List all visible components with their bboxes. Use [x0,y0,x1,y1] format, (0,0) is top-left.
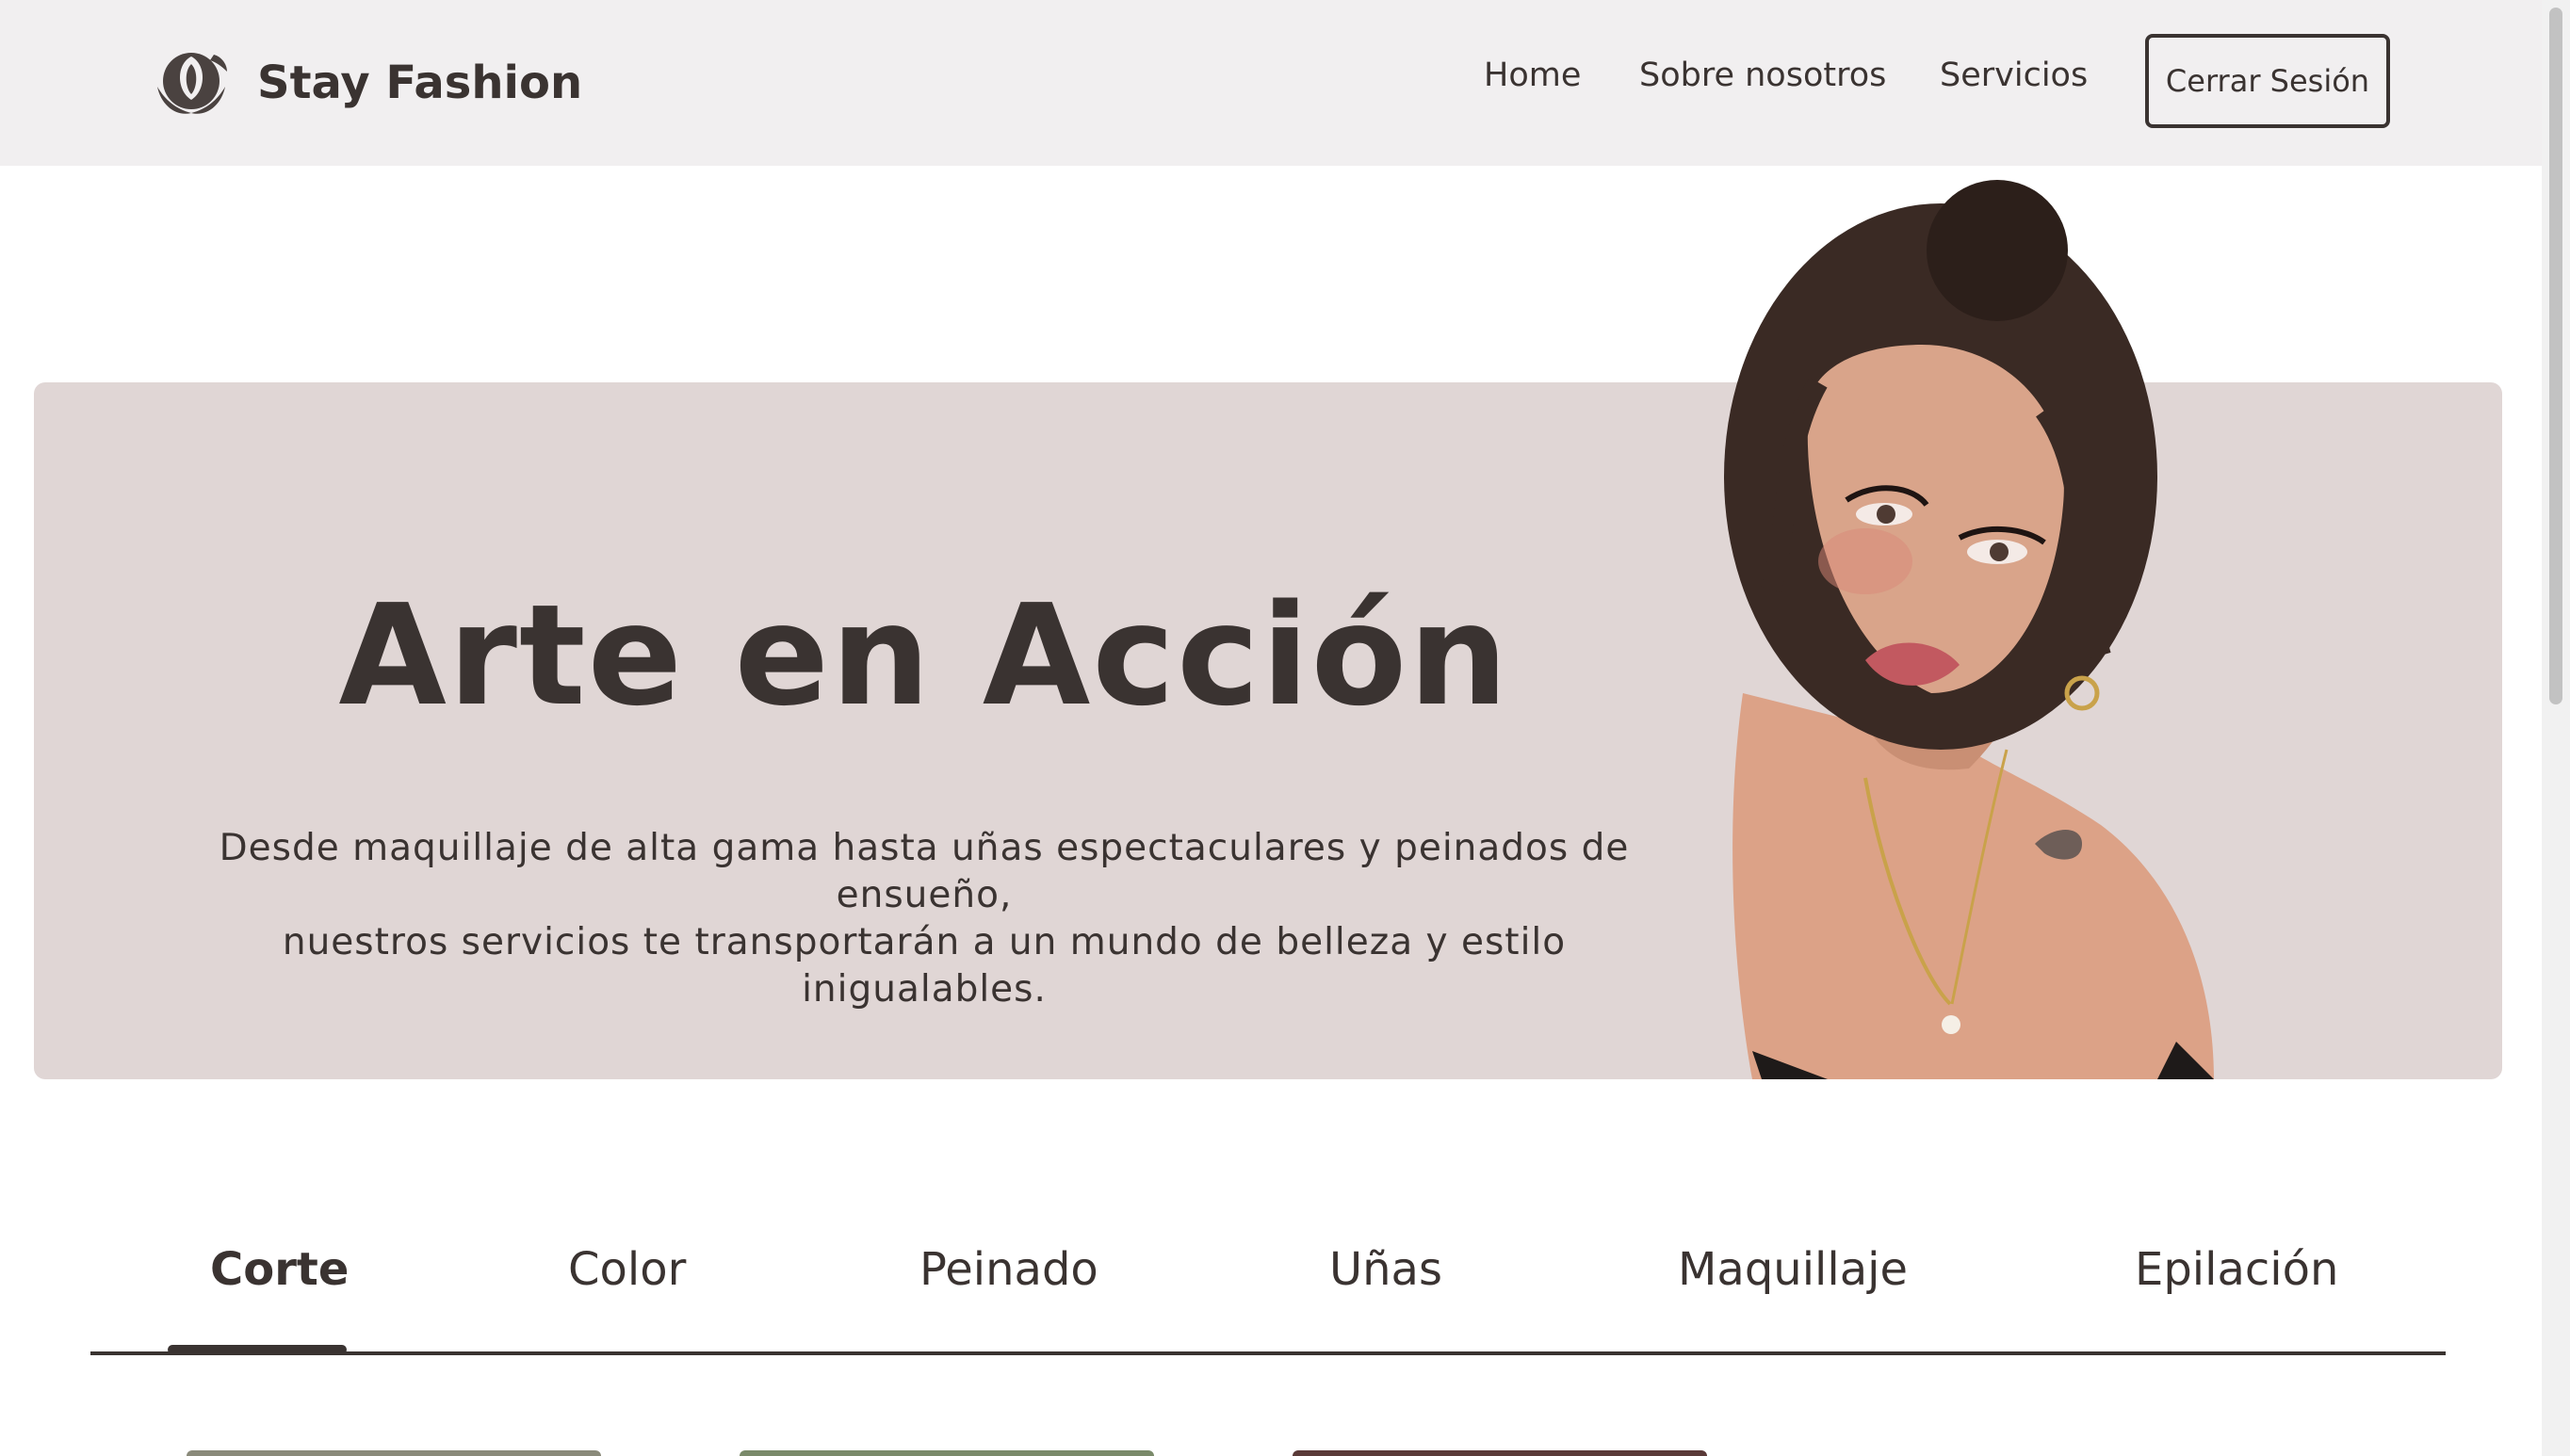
tab-corte[interactable]: Corte [210,1243,349,1296]
brand-name: Stay Fashion [257,57,583,109]
tab-maquillaje[interactable]: Maquillaje [1678,1243,1908,1296]
navbar: Stay Fashion Home Sobre nosotros Servici… [0,0,2542,166]
tab-unas[interactable]: Uñas [1329,1243,1442,1296]
service-card[interactable] [740,1450,1154,1456]
hero-title: Arte en Acción [338,574,1510,736]
page-scrollbar[interactable] [2542,0,2570,1456]
service-card[interactable] [1293,1450,1707,1456]
hero-description: Desde maquillaje de alta gama hasta uñas… [156,825,1692,1013]
tab-peinado[interactable]: Peinado [919,1243,1098,1296]
service-card[interactable] [187,1450,601,1456]
rose-logo-icon [157,53,227,114]
tab-color[interactable]: Color [568,1243,686,1296]
nav-link-home[interactable]: Home [1484,57,1581,94]
hero-description-line2: nuestros servicios te transportarán a un… [282,921,1567,1011]
logout-button[interactable]: Cerrar Sesión [2145,34,2390,128]
nav-link-servicios[interactable]: Servicios [1940,57,2088,94]
nav-link-sobre-nosotros[interactable]: Sobre nosotros [1639,57,1886,94]
tab-epilacion[interactable]: Epilación [2135,1243,2338,1296]
hero-description-line1: Desde maquillaje de alta gama hasta uñas… [219,827,1630,916]
brand[interactable]: Stay Fashion [148,43,582,122]
model-portrait-image [1724,180,2214,1079]
scrollbar-thumb[interactable] [2549,8,2562,704]
service-tabs: Corte Color Peinado Uñas Maquillaje Epil… [90,1243,2446,1356]
tabs-divider [90,1351,2446,1355]
